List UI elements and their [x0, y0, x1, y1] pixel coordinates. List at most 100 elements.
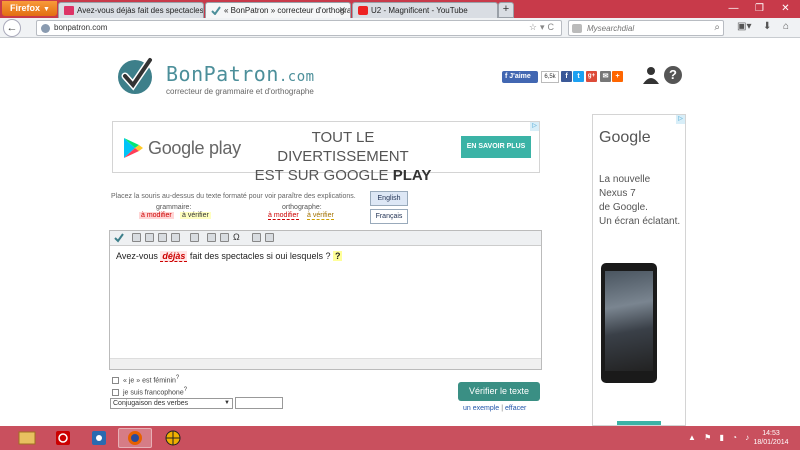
bookmarks-icon[interactable]: ▣▾	[737, 21, 751, 32]
francophone-checkbox[interactable]	[112, 388, 119, 396]
file-explorer-icon[interactable]	[10, 428, 44, 448]
paste-text-icon[interactable]	[171, 233, 180, 242]
tablet-screen	[605, 271, 653, 371]
find-icon[interactable]	[207, 233, 216, 242]
globe-icon	[41, 24, 50, 33]
ad-headline: TOUT LE DIVERTISSEMENT EST SUR GOOGLE PL…	[253, 128, 433, 185]
search-input[interactable]	[587, 22, 707, 34]
clock-date: 18/01/2014	[753, 439, 789, 446]
taskbar-clock[interactable]: 14:53 18/01/2014	[748, 429, 794, 447]
firefox-menu-button[interactable]: Firefox ▼	[2, 1, 57, 16]
youtube-icon	[358, 6, 368, 15]
star-icon[interactable]: ☆▾C	[529, 22, 557, 33]
spelling-legend-label: orthographe:	[282, 204, 322, 211]
bonpatron-logo-icon[interactable]	[116, 56, 156, 96]
tab-youtube[interactable]: U2 - Magnificent - YouTube	[352, 2, 498, 18]
editor-text: fait des spectacles si oui lesquels ?	[187, 251, 333, 261]
new-tab-button[interactable]: +	[498, 2, 514, 18]
close-icon[interactable]: ✕	[338, 5, 346, 16]
conjugation-selected: Conjugaison des verbes	[113, 400, 189, 407]
tab-title: Avez-vous déjàs fait des spectacles et..…	[77, 6, 204, 15]
cut-icon[interactable]	[132, 233, 141, 242]
copy-icon[interactable]	[145, 233, 154, 242]
conjugation-input[interactable]	[235, 397, 283, 409]
tab-question[interactable]: Avez-vous déjàs fait des spectacles et..…	[58, 2, 204, 18]
help-superscript[interactable]: ?	[176, 375, 179, 381]
control-panel-icon[interactable]	[82, 428, 116, 448]
ad-line: Nexus 7	[599, 188, 636, 199]
ad-learn-more-button[interactable]: EN SAVOIR PLUS	[461, 136, 531, 158]
bonpatron-check-icon[interactable]	[114, 233, 124, 243]
nexus-7-ad[interactable]: ▷ Google La nouvelle Nexus 7 de Google. …	[592, 114, 686, 426]
instructions-text: Placez la souris au-dessus du texte form…	[111, 193, 356, 200]
clear-link[interactable]: effacer	[505, 405, 526, 412]
spelling-error-word[interactable]: déjàs	[160, 251, 188, 262]
example-link[interactable]: un exemple	[463, 405, 499, 412]
browser-globe-icon[interactable]	[156, 428, 190, 448]
page-icon	[64, 6, 74, 15]
english-button[interactable]: English	[370, 191, 408, 206]
facebook-like-button[interactable]: f J'aime	[502, 71, 538, 83]
minimize-icon[interactable]: —	[720, 0, 747, 18]
system-tray-icons[interactable]: ▲ ⚑ ▮ ◔ ♪	[688, 433, 752, 442]
clear-format-icon[interactable]	[190, 233, 199, 242]
firefox-menu-label: Firefox	[10, 3, 41, 13]
omega-icon[interactable]: Ω	[233, 233, 242, 242]
ad-line: de Google.	[599, 202, 648, 213]
search-engine-icon[interactable]	[572, 24, 582, 33]
google-play-ad-banner[interactable]: ▷ Google play TOUT LE DIVERTISSEMENT EST…	[112, 121, 540, 184]
google-plus-share-icon[interactable]: g+	[586, 71, 597, 82]
editor-status-bar	[110, 358, 541, 369]
google-play-brand: Google play	[148, 138, 241, 158]
search-bar[interactable]: ⌕	[568, 20, 724, 36]
power-app-icon[interactable]	[46, 428, 80, 448]
close-window-icon[interactable]: ✕	[772, 0, 799, 18]
search-icon[interactable]: ⌕	[714, 22, 720, 33]
francophone-option[interactable]: je suis francophone?	[112, 387, 187, 396]
firefox-taskbar-icon[interactable]	[118, 428, 152, 448]
more-share-icon[interactable]: +	[612, 71, 623, 82]
editor-content[interactable]: Avez-vous déjàs fait des spectacles si o…	[116, 251, 343, 262]
verify-text-button[interactable]: Vérifier le texte	[458, 382, 540, 401]
grammar-modify-legend: à modifier	[139, 212, 174, 219]
tab-bonpatron[interactable]: « BonPatron » correcteur d'orthograp... …	[205, 2, 351, 18]
tablet-image	[601, 263, 657, 383]
feminine-option[interactable]: « je » est féminin?	[112, 375, 179, 384]
help-icon[interactable]: ?	[664, 66, 682, 84]
grammar-verify-mark[interactable]: ?	[332, 251, 343, 261]
editor-links: un exemple | effacer	[463, 405, 526, 412]
download-icon[interactable]: ⬇	[763, 21, 771, 32]
adchoices-icon[interactable]: ▷	[676, 115, 685, 124]
home-icon[interactable]: ⌂	[783, 21, 789, 32]
conjugation-select[interactable]: Conjugaison des verbes ▼	[110, 398, 233, 409]
fullscreen-icon[interactable]	[265, 233, 274, 242]
adchoices-icon[interactable]: ▷	[530, 122, 539, 131]
ad-line: La nouvelle	[599, 174, 651, 185]
site-logo-text[interactable]: BonPatron.com	[166, 62, 315, 86]
ad-headline-bold: PLAY	[392, 167, 432, 184]
back-button[interactable]: ←	[3, 19, 21, 37]
chevron-down-icon: ▼	[224, 400, 230, 406]
ad-headline-prefix: EST SUR GOOGLE	[254, 167, 393, 184]
windows-taskbar: ▲ ⚑ ▮ ◔ ♪ 14:53 18/01/2014	[0, 426, 800, 450]
facebook-share-icon[interactable]: f	[561, 71, 572, 82]
text-editor[interactable]: Ω Avez-vous déjàs fait des spectacles si…	[109, 230, 542, 370]
feminine-label: « je » est féminin	[123, 377, 176, 385]
editor-text: Avez-vous	[116, 251, 161, 261]
maximize-icon[interactable]: ❐	[746, 0, 773, 18]
address-bar[interactable]: bonpatron.com ☆▾C	[36, 20, 562, 36]
url-text: bonpatron.com	[54, 23, 108, 32]
replace-icon[interactable]	[220, 233, 229, 242]
twitter-share-icon[interactable]: t	[573, 71, 584, 82]
ad-headline-line1: TOUT LE DIVERTISSEMENT	[277, 129, 409, 165]
feminine-checkbox[interactable]	[112, 376, 119, 384]
ad-line: Un écran éclatant.	[599, 216, 681, 227]
email-share-icon[interactable]: ✉	[600, 71, 611, 82]
user-account-icon[interactable]	[642, 66, 660, 84]
logo-name: BonPatron	[166, 62, 279, 86]
facebook-like-count: 6,5k	[541, 71, 559, 83]
paste-icon[interactable]	[158, 233, 167, 242]
help-superscript[interactable]: ?	[184, 387, 187, 393]
french-button[interactable]: Français	[370, 209, 408, 224]
print-icon[interactable]	[252, 233, 261, 242]
